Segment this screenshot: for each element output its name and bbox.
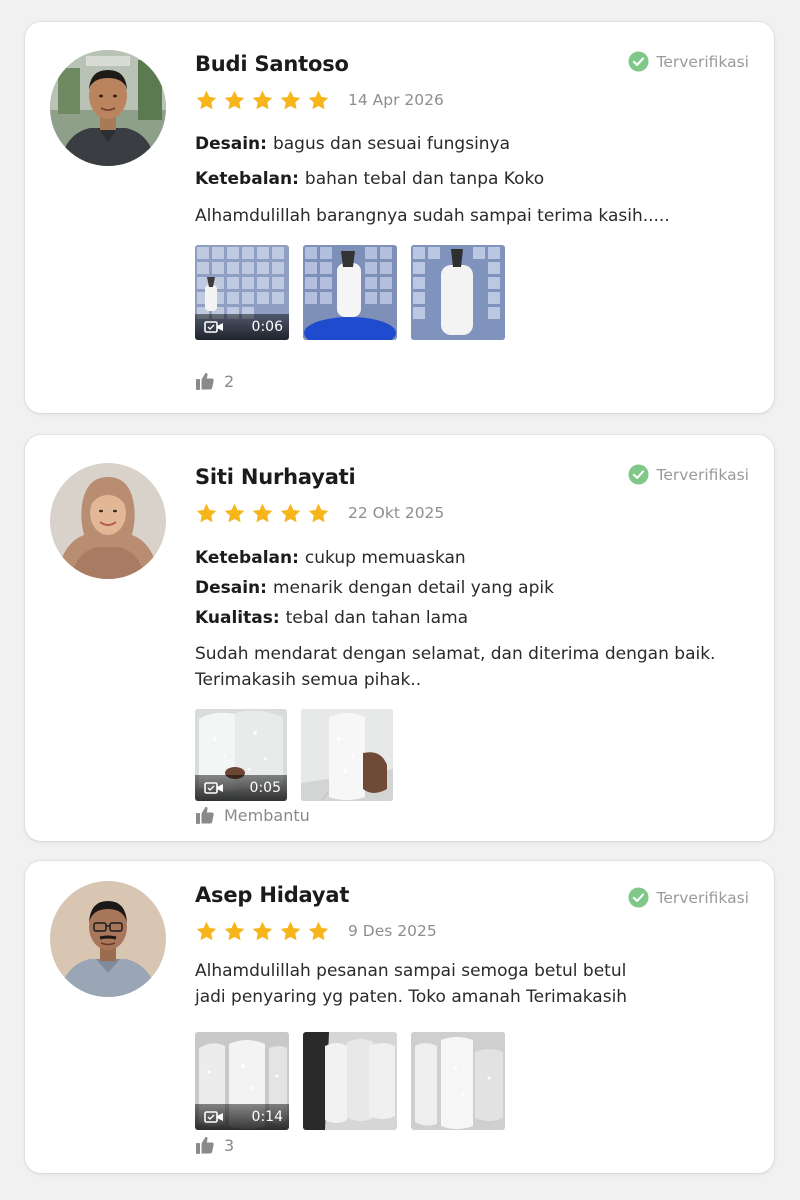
star-rating [195, 920, 335, 943]
star-icon [279, 920, 302, 943]
review-card: Budi Santoso 14 Apr 2026 Desain: bagus da… [25, 22, 774, 413]
review-date: 9 Des 2025 [348, 922, 437, 940]
review-attribute: Desain: menarik dengan detail yang apik [195, 573, 750, 603]
review-image-thumbnail[interactable] [303, 1032, 397, 1130]
star-icon [307, 89, 330, 112]
review-text: Alhamdulillah barangnya sudah sampai ter… [195, 206, 670, 226]
helpful-button[interactable]: 3 [195, 1135, 234, 1155]
helpful-label: Membantu [224, 805, 310, 825]
review-text: Alhamdulillah pesanan sampai semoga betu… [195, 958, 750, 1010]
review-video-thumbnail[interactable]: 0:06 [195, 245, 289, 340]
review-attribute: Ketebalan: bahan tebal dan tanpa Koko [195, 162, 750, 197]
attribute-label: Ketebalan: [195, 169, 299, 189]
review-media: 0:05 [195, 709, 750, 801]
helpful-button[interactable]: 2 [195, 371, 234, 391]
attribute-value: cukup memuaskan [304, 548, 466, 568]
attribute-value: bagus dan sesuai fungsinya [272, 134, 511, 154]
star-icon [279, 89, 302, 112]
star-rating [195, 89, 335, 112]
review-card: Asep Hidayat 9 Des 2025 Alhamdulillah pe… [25, 861, 774, 1173]
video-overlay: 0:05 [195, 775, 287, 801]
review-text-line: Sudah mendarat dengan selamat, dan diter… [195, 644, 716, 664]
review-image-thumbnail[interactable] [303, 245, 397, 340]
star-icon [195, 89, 218, 112]
verified-badge: Terverifikasi [627, 464, 749, 485]
video-overlay: 0:14 [195, 1104, 289, 1130]
star-icon [223, 89, 246, 112]
review-date: 14 Apr 2026 [348, 91, 444, 109]
attribute-value: menarik dengan detail yang apik [272, 578, 554, 598]
star-icon [251, 920, 274, 943]
attribute-label: Desain: [195, 578, 267, 598]
review-date: 22 Okt 2025 [348, 504, 445, 522]
review-image-thumbnail[interactable] [301, 709, 393, 801]
review-video-thumbnail[interactable]: 0:14 [195, 1032, 289, 1130]
check-circle-icon [627, 887, 649, 908]
helpful-count: 2 [224, 371, 235, 391]
review-card: Siti Nurhayati 22 Okt 2025 Ketebalan: cuk… [25, 435, 774, 841]
video-camera-icon [204, 320, 224, 334]
star-icon [223, 502, 246, 525]
verified-badge: Terverifikasi [627, 887, 749, 908]
attribute-label: Desain: [195, 134, 267, 154]
reviewer-avatar[interactable] [50, 881, 166, 997]
video-camera-icon [204, 1110, 224, 1124]
helpful-button[interactable]: Membantu [195, 805, 310, 825]
review-attribute: Desain: bagus dan sesuai fungsinya [195, 127, 750, 162]
review-media: 0:14 [195, 1032, 750, 1130]
thumbs-up-icon [195, 805, 215, 825]
star-icon [251, 502, 274, 525]
star-icon [223, 920, 246, 943]
reviewer-avatar[interactable] [50, 50, 166, 166]
attribute-value: bahan tebal dan tanpa Koko [304, 169, 545, 189]
review-video-thumbnail[interactable]: 0:05 [195, 709, 287, 801]
helpful-count: 3 [224, 1135, 235, 1155]
review-text-line: Terimakasih semua pihak.. [195, 670, 422, 690]
review-attribute: Kualitas: tebal dan tahan lama [195, 603, 750, 633]
video-overlay: 0:06 [195, 314, 289, 340]
review-image-thumbnail[interactable] [411, 1032, 505, 1130]
attribute-label: Ketebalan: [195, 548, 299, 568]
attribute-value: tebal dan tahan lama [285, 608, 469, 628]
check-circle-icon [627, 464, 649, 485]
verified-label: Terverifikasi [656, 465, 749, 484]
review-text-line: jadi penyaring yg paten. Toko amanah Ter… [195, 987, 628, 1007]
thumbs-up-icon [195, 371, 215, 391]
star-icon [279, 502, 302, 525]
verified-label: Terverifikasi [656, 888, 749, 907]
attribute-label: Kualitas: [195, 608, 280, 628]
star-icon [307, 502, 330, 525]
star-icon [251, 89, 274, 112]
reviewer-avatar[interactable] [50, 463, 166, 579]
star-icon [195, 502, 218, 525]
star-rating [195, 502, 335, 525]
check-circle-icon [627, 51, 649, 72]
review-image-thumbnail[interactable] [411, 245, 505, 340]
review-attribute: Ketebalan: cukup memuaskan [195, 543, 750, 573]
video-duration: 0:06 [251, 319, 283, 335]
review-text-line: Alhamdulillah pesanan sampai semoga betu… [195, 961, 627, 981]
video-duration: 0:14 [251, 1109, 283, 1125]
verified-label: Terverifikasi [656, 52, 749, 71]
star-icon [307, 920, 330, 943]
thumbs-up-icon [195, 1135, 215, 1155]
video-camera-icon [204, 781, 224, 795]
review-text: Sudah mendarat dengan selamat, dan diter… [195, 641, 750, 693]
review-media: 0:06 [195, 245, 750, 340]
star-icon [195, 920, 218, 943]
video-duration: 0:05 [249, 780, 281, 796]
verified-badge: Terverifikasi [627, 51, 749, 72]
